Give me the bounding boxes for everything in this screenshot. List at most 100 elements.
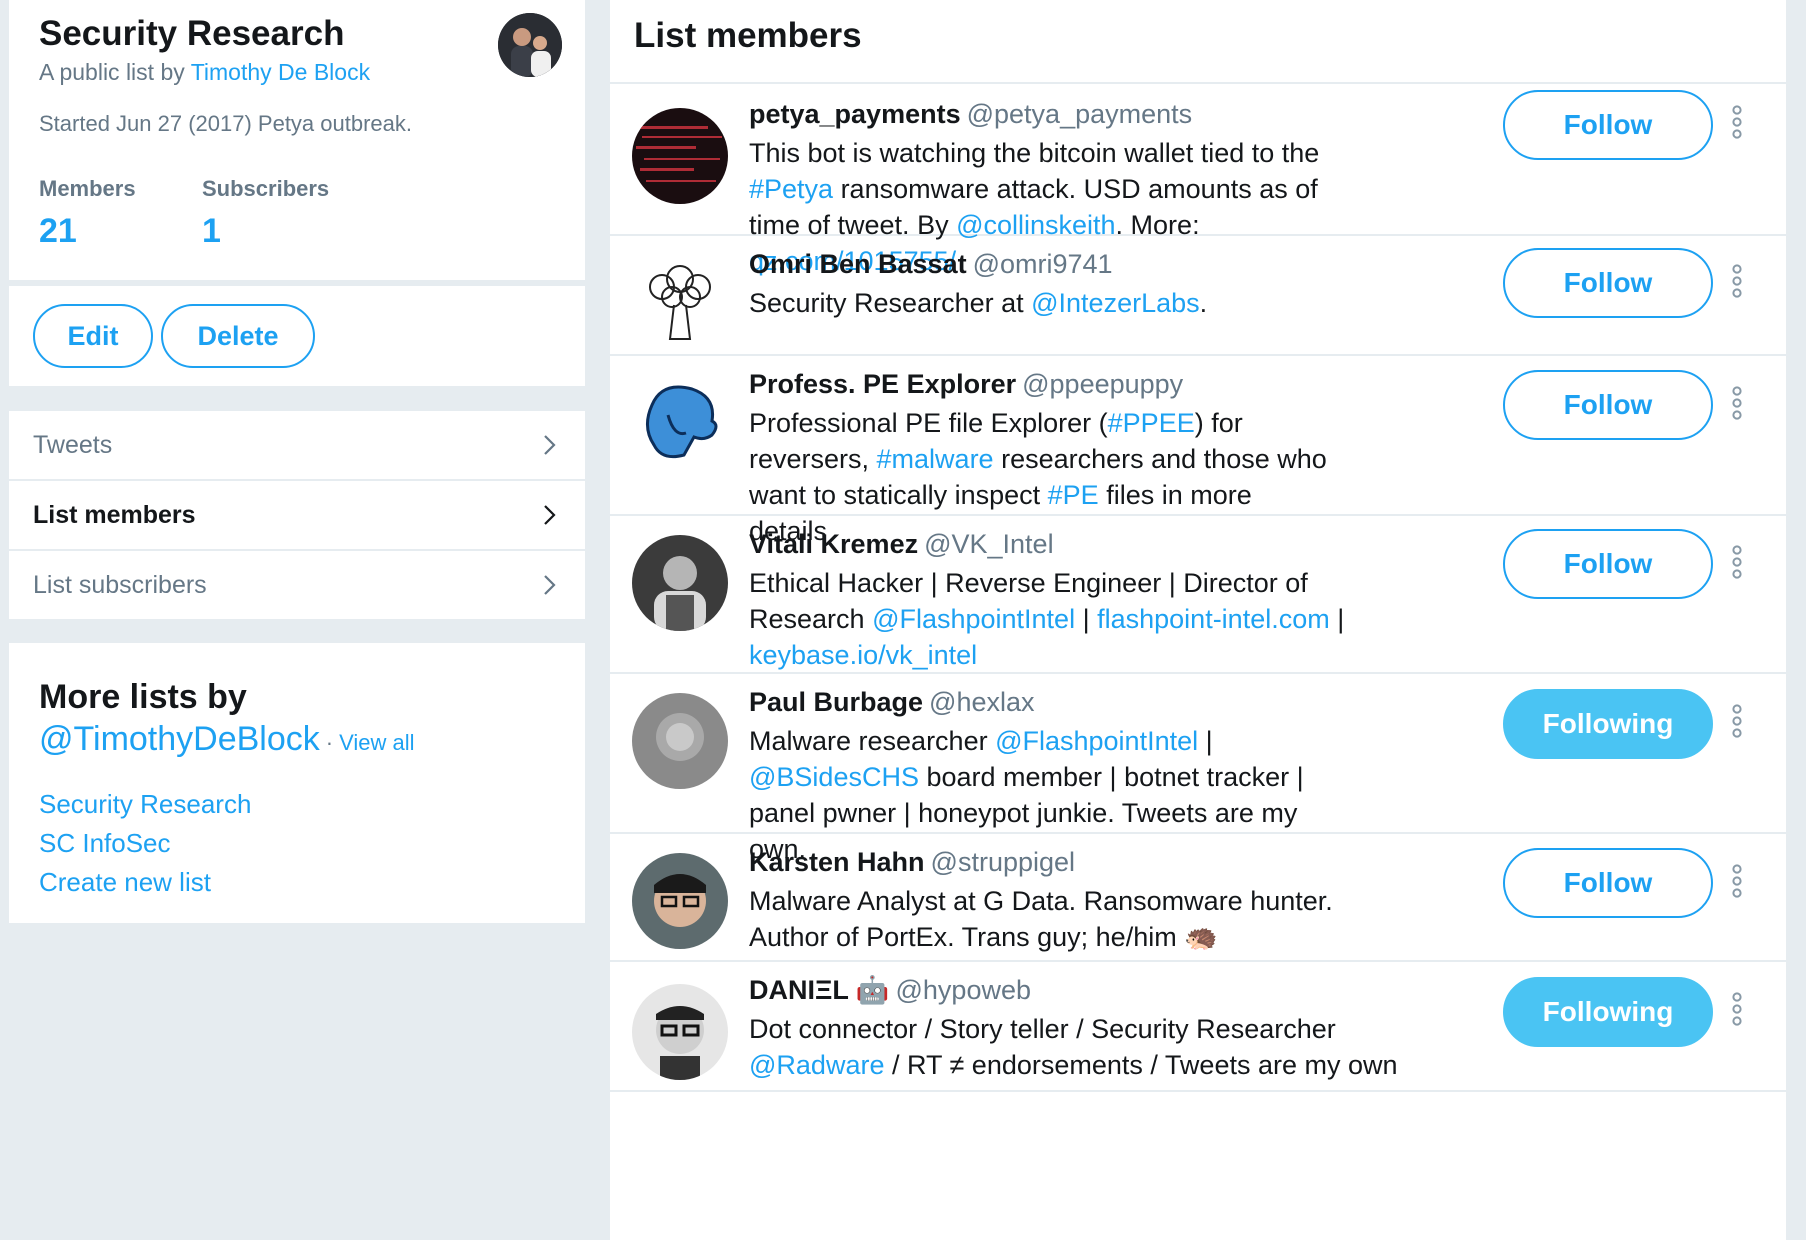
follow-button[interactable]: Follow bbox=[1503, 848, 1713, 918]
member-handle[interactable]: @ppeepuppy bbox=[1022, 369, 1183, 399]
member-avatar[interactable] bbox=[632, 108, 728, 204]
bio-text: Professional PE file Explorer ( bbox=[749, 408, 1108, 438]
follow-button[interactable]: Follow bbox=[1503, 248, 1713, 318]
member-row[interactable]: Paul Burbage @hexlax Malware researcher @F… bbox=[610, 672, 1786, 864]
member-avatar[interactable] bbox=[632, 853, 728, 949]
more-lists-handle-link[interactable]: @TimothyDeBlock bbox=[39, 720, 320, 758]
member-info: DANΙΞL 🤖 @hypoweb Dot connector / Story te… bbox=[749, 973, 1429, 1083]
member-row[interactable]: Omri Ben Bassat @omri9741 Security Researc… bbox=[610, 234, 1786, 356]
more-options-icon[interactable] bbox=[1730, 992, 1744, 1026]
more-lists-links: Security Research SC InfoSec Create new … bbox=[39, 785, 251, 902]
member-avatar[interactable] bbox=[632, 693, 728, 789]
follow-button[interactable]: Follow bbox=[1503, 90, 1713, 160]
list-members-panel: List members petya_payments @petya_paymen… bbox=[610, 0, 1786, 1240]
more-options-icon[interactable] bbox=[1730, 545, 1744, 579]
bio-text: / RT ≠ endorsements / Tweets are my own bbox=[884, 1050, 1398, 1080]
member-row[interactable]: DANΙΞL 🤖 @hypoweb Dot connector / Story te… bbox=[610, 960, 1786, 1092]
members-count: 21 bbox=[39, 212, 77, 250]
bio-text: Malware Analyst at G Data. Ransomware hu… bbox=[749, 886, 1333, 952]
panel-header: List members bbox=[610, 0, 1786, 84]
list-title: Security Research bbox=[39, 14, 345, 53]
list-link-security-research[interactable]: Security Research bbox=[39, 785, 251, 824]
more-options-icon[interactable] bbox=[1730, 264, 1744, 298]
member-name-line: DANΙΞL 🤖 @hypoweb bbox=[749, 973, 1429, 1007]
following-button[interactable]: Following bbox=[1503, 689, 1713, 759]
bio-link[interactable]: @BSidesCHS bbox=[749, 762, 919, 792]
nav-item-list-members[interactable]: List members bbox=[9, 479, 585, 549]
chevron-right-icon bbox=[544, 435, 556, 455]
subscribers-stat[interactable]: Subscribers 1 bbox=[202, 176, 329, 251]
list-owner-link[interactable]: Timothy De Block bbox=[191, 59, 370, 85]
member-name[interactable]: Paul Burbage bbox=[749, 687, 923, 717]
bio-link[interactable]: @IntezerLabs bbox=[1031, 288, 1200, 318]
list-link-sc-infosec[interactable]: SC InfoSec bbox=[39, 824, 251, 863]
nav-item-tweets[interactable]: Tweets bbox=[9, 411, 585, 479]
member-handle[interactable]: @hypoweb bbox=[896, 975, 1032, 1005]
more-options-icon[interactable] bbox=[1730, 105, 1744, 139]
nav-item-label: Tweets bbox=[33, 430, 113, 459]
bio-link[interactable]: @Radware bbox=[749, 1050, 884, 1080]
members-stat[interactable]: Members 21 bbox=[39, 176, 136, 251]
bio-text: | bbox=[1198, 726, 1213, 756]
member-name-line: Profess. PE Explorer @ppeepuppy bbox=[749, 367, 1329, 401]
member-avatar[interactable] bbox=[632, 255, 728, 351]
member-handle[interactable]: @petya_payments bbox=[967, 99, 1193, 129]
member-name[interactable]: Omri Ben Bassat bbox=[749, 249, 967, 279]
follow-button[interactable]: Follow bbox=[1503, 370, 1713, 440]
member-bio: Dot connector / Story teller / Security … bbox=[749, 1011, 1429, 1083]
member-bio: Malware Analyst at G Data. Ransomware hu… bbox=[749, 883, 1339, 955]
bio-link[interactable]: @FlashpointIntel bbox=[995, 726, 1198, 756]
owner-avatar[interactable] bbox=[498, 13, 562, 77]
following-button[interactable]: Following bbox=[1503, 977, 1713, 1047]
chevron-right-icon bbox=[544, 575, 556, 595]
member-name[interactable]: petya_payments bbox=[749, 99, 961, 129]
delete-button[interactable]: Delete bbox=[161, 304, 315, 368]
bio-link[interactable]: keybase.io/vk_intel bbox=[749, 640, 977, 670]
member-name[interactable]: DANΙΞL 🤖 bbox=[749, 975, 890, 1005]
bio-text: Malware researcher bbox=[749, 726, 996, 756]
more-options-icon[interactable] bbox=[1730, 864, 1744, 898]
member-handle[interactable]: @VK_Intel bbox=[924, 529, 1053, 559]
member-name-line: Omri Ben Bassat @omri9741 bbox=[749, 247, 1339, 281]
nav-item-label: List members bbox=[33, 500, 196, 529]
bio-link[interactable]: @FlashpointIntel bbox=[872, 604, 1075, 634]
member-name[interactable]: Karsten Hahn bbox=[749, 847, 925, 877]
bio-text: | bbox=[1329, 604, 1345, 634]
member-row[interactable]: Karsten Hahn @struppigel Malware Analyst a… bbox=[610, 832, 1786, 962]
more-lists-card: More lists by @TimothyDeBlock · View all S… bbox=[9, 643, 585, 923]
bio-text: Security Researcher at bbox=[749, 288, 1032, 318]
member-row[interactable]: Vitali Kremez @VK_Intel Ethical Hacker | R… bbox=[610, 514, 1786, 674]
create-new-list-link[interactable]: Create new list bbox=[39, 863, 251, 902]
member-handle[interactable]: @struppigel bbox=[931, 847, 1075, 877]
members-label: Members bbox=[39, 176, 136, 201]
nav-item-list-subscribers[interactable]: List subscribers bbox=[9, 549, 585, 619]
member-row[interactable]: Profess. PE Explorer @ppeepuppy Profession… bbox=[610, 354, 1786, 546]
more-options-icon[interactable] bbox=[1730, 386, 1744, 420]
more-options-icon[interactable] bbox=[1730, 704, 1744, 738]
member-name[interactable]: Vitali Kremez bbox=[749, 529, 918, 559]
member-row[interactable]: petya_payments @petya_payments This bot is… bbox=[610, 84, 1786, 276]
separator-dot: · bbox=[325, 730, 334, 755]
member-handle[interactable]: @omri9741 bbox=[973, 249, 1113, 279]
edit-button[interactable]: Edit bbox=[33, 304, 153, 368]
bio-link[interactable]: #PE bbox=[1048, 480, 1099, 510]
member-bio: Security Researcher at @IntezerLabs. bbox=[749, 285, 1339, 321]
member-avatar[interactable] bbox=[632, 535, 728, 631]
bio-link[interactable]: #malware bbox=[877, 444, 994, 474]
nav-item-label: List subscribers bbox=[33, 570, 207, 599]
member-bio: Ethical Hacker | Reverse Engineer | Dire… bbox=[749, 565, 1349, 673]
bio-link[interactable]: flashpoint-intel.com bbox=[1097, 604, 1330, 634]
bio-text: Dot connector / Story teller / Security … bbox=[749, 1014, 1336, 1044]
member-avatar[interactable] bbox=[632, 984, 728, 1080]
bio-link[interactable]: #Petya bbox=[749, 174, 833, 204]
subscribers-count: 1 bbox=[202, 212, 221, 250]
follow-button[interactable]: Follow bbox=[1503, 529, 1713, 599]
subscribers-label: Subscribers bbox=[202, 176, 330, 201]
view-all-link[interactable]: View all bbox=[339, 730, 414, 755]
member-avatar[interactable] bbox=[632, 375, 728, 471]
more-lists-title: More lists by bbox=[39, 678, 247, 716]
panel-title: List members bbox=[634, 16, 862, 55]
bio-link[interactable]: #PPEE bbox=[1108, 408, 1195, 438]
member-handle[interactable]: @hexlax bbox=[929, 687, 1034, 717]
member-name[interactable]: Profess. PE Explorer bbox=[749, 369, 1016, 399]
